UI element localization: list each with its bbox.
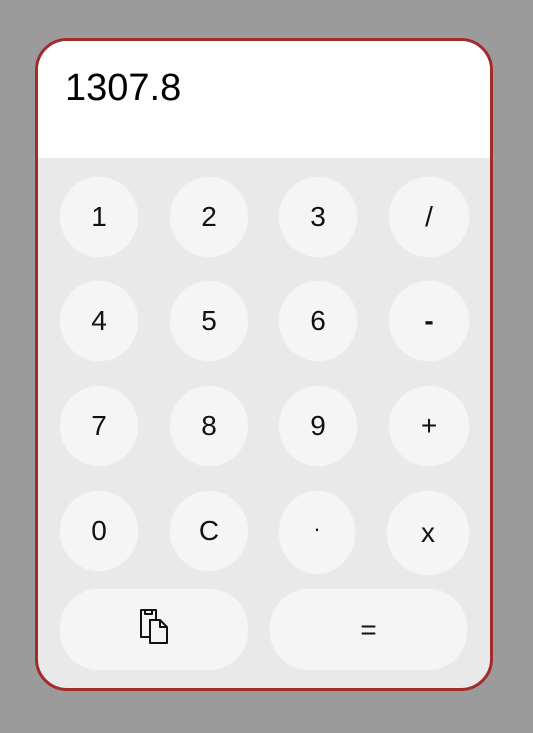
key-9[interactable]: 9 — [278, 385, 358, 467]
key-3[interactable]: 3 — [278, 176, 358, 258]
equals-button[interactable]: = — [269, 588, 468, 671]
decimal-button[interactable]: · — [278, 490, 356, 575]
minus-label: - — [424, 305, 434, 336]
key-8-label: 8 — [201, 410, 217, 441]
minus-button[interactable]: - — [388, 280, 470, 362]
key-4[interactable]: 4 — [59, 280, 139, 362]
equals-label: = — [360, 613, 377, 645]
key-6-label: 6 — [310, 305, 326, 336]
key-7-label: 7 — [91, 410, 107, 441]
key-5[interactable]: 5 — [169, 280, 249, 362]
multiply-button[interactable]: x — [386, 490, 470, 576]
multiply-label: x — [421, 517, 435, 548]
key-0-label: 0 — [91, 515, 107, 546]
decimal-label: · — [313, 515, 321, 541]
plus-button[interactable]: + — [388, 385, 470, 467]
copy-button[interactable] — [59, 588, 249, 671]
key-7[interactable]: 7 — [59, 385, 139, 467]
key-3-label: 3 — [310, 201, 326, 232]
divide-label: / — [425, 201, 433, 232]
copy-icon — [138, 607, 170, 652]
key-2-label: 2 — [201, 201, 217, 232]
plus-label: + — [420, 410, 438, 441]
display-value: 1307.8 — [65, 67, 182, 109]
key-9-label: 9 — [310, 410, 326, 441]
calculator: 1307.8 1 2 3 / 4 5 6 - 7 8 9 + 0 C · x = — [35, 38, 493, 691]
key-4-label: 4 — [91, 305, 107, 336]
key-1[interactable]: 1 — [59, 176, 139, 258]
key-0[interactable]: 0 — [59, 490, 139, 572]
key-5-label: 5 — [201, 305, 217, 336]
key-8[interactable]: 8 — [169, 385, 249, 467]
clear-button[interactable]: C — [169, 490, 249, 572]
key-6[interactable]: 6 — [278, 280, 358, 362]
divide-button[interactable]: / — [388, 176, 470, 258]
key-1-label: 1 — [91, 201, 107, 232]
clear-label: C — [198, 515, 220, 546]
key-2[interactable]: 2 — [169, 176, 249, 258]
display-panel: 1307.8 — [38, 41, 490, 158]
